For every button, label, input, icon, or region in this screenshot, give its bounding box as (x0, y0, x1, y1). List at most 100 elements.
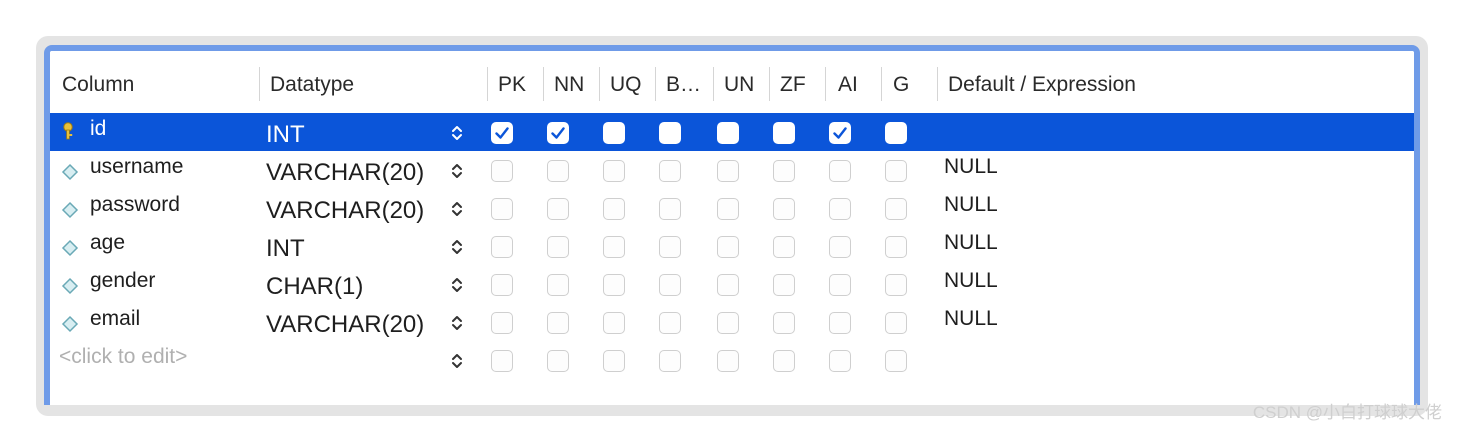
header-divider[interactable] (937, 67, 938, 101)
nn-checkbox[interactable] (547, 198, 569, 220)
ai-checkbox[interactable] (829, 236, 851, 258)
table-row[interactable]: email VARCHAR(20) NULL (50, 303, 1414, 341)
datatype-stepper-icon[interactable] (450, 122, 464, 144)
zf-checkbox[interactable] (773, 274, 795, 296)
table-row[interactable]: username VARCHAR(20) NULL (50, 151, 1414, 189)
binary-checkbox[interactable] (659, 160, 681, 182)
binary-checkbox[interactable] (659, 198, 681, 220)
zf-checkbox[interactable] (773, 312, 795, 334)
ai-checkbox[interactable] (829, 350, 851, 372)
header-column[interactable]: Column (62, 69, 134, 101)
nn-checkbox[interactable] (547, 160, 569, 182)
header-binary[interactable]: B… (666, 69, 701, 101)
column-name-cell[interactable]: email (90, 307, 140, 331)
pk-checkbox[interactable] (491, 236, 513, 258)
datatype-stepper-icon[interactable] (450, 198, 464, 220)
pk-checkbox[interactable] (491, 160, 513, 182)
un-checkbox[interactable] (717, 122, 739, 144)
header-default-expression[interactable]: Default / Expression (948, 69, 1136, 101)
default-expression-cell[interactable]: NULL (944, 155, 998, 179)
header-divider[interactable] (881, 67, 882, 101)
datatype-cell[interactable]: INT (266, 235, 305, 263)
datatype-stepper-icon[interactable] (450, 160, 464, 182)
uq-checkbox[interactable] (603, 236, 625, 258)
ai-checkbox[interactable] (829, 274, 851, 296)
datatype-cell[interactable]: VARCHAR(20) (266, 197, 424, 225)
pk-checkbox[interactable] (491, 350, 513, 372)
g-checkbox[interactable] (885, 236, 907, 258)
zf-checkbox[interactable] (773, 198, 795, 220)
un-checkbox[interactable] (717, 160, 739, 182)
pk-checkbox[interactable] (491, 312, 513, 334)
datatype-stepper-icon[interactable] (450, 350, 464, 372)
g-checkbox[interactable] (885, 198, 907, 220)
g-checkbox[interactable] (885, 160, 907, 182)
binary-checkbox[interactable] (659, 274, 681, 296)
uq-checkbox[interactable] (603, 160, 625, 182)
ai-checkbox[interactable] (829, 312, 851, 334)
header-ai[interactable]: AI (838, 69, 858, 101)
un-checkbox[interactable] (717, 350, 739, 372)
datatype-cell[interactable]: CHAR(1) (266, 273, 363, 301)
ai-checkbox[interactable] (829, 198, 851, 220)
datatype-stepper-icon[interactable] (450, 312, 464, 334)
table-row[interactable]: age INT NULL (50, 227, 1414, 265)
header-divider[interactable] (825, 67, 826, 101)
nn-checkbox[interactable] (547, 122, 569, 144)
default-expression-cell[interactable]: NULL (944, 193, 998, 217)
default-expression-cell[interactable]: NULL (944, 231, 998, 255)
default-expression-cell[interactable]: NULL (944, 307, 998, 331)
table-row[interactable]: password VARCHAR(20) NULL (50, 189, 1414, 227)
un-checkbox[interactable] (717, 198, 739, 220)
column-name-cell[interactable]: age (90, 231, 125, 255)
zf-checkbox[interactable] (773, 122, 795, 144)
g-checkbox[interactable] (885, 350, 907, 372)
click-to-edit-placeholder[interactable]: <click to edit> (59, 345, 187, 369)
table-row[interactable]: gender CHAR(1) NULL (50, 265, 1414, 303)
uq-checkbox[interactable] (603, 350, 625, 372)
datatype-cell[interactable]: VARCHAR(20) (266, 159, 424, 187)
g-checkbox[interactable] (885, 312, 907, 334)
datatype-stepper-icon[interactable] (450, 274, 464, 296)
header-uq[interactable]: UQ (610, 69, 642, 101)
header-g[interactable]: G (893, 69, 909, 101)
uq-checkbox[interactable] (603, 122, 625, 144)
header-divider[interactable] (713, 67, 714, 101)
header-divider[interactable] (599, 67, 600, 101)
zf-checkbox[interactable] (773, 160, 795, 182)
new-column-row[interactable]: <click to edit> (50, 341, 1414, 379)
column-name-cell[interactable]: gender (90, 269, 155, 293)
zf-checkbox[interactable] (773, 350, 795, 372)
default-expression-cell[interactable]: NULL (944, 269, 998, 293)
un-checkbox[interactable] (717, 312, 739, 334)
datatype-cell[interactable]: INT (266, 121, 305, 149)
nn-checkbox[interactable] (547, 350, 569, 372)
binary-checkbox[interactable] (659, 312, 681, 334)
header-un[interactable]: UN (724, 69, 754, 101)
header-divider[interactable] (543, 67, 544, 101)
nn-checkbox[interactable] (547, 312, 569, 334)
header-pk[interactable]: PK (498, 69, 526, 101)
pk-checkbox[interactable] (491, 198, 513, 220)
header-divider[interactable] (769, 67, 770, 101)
column-name-cell[interactable]: password (90, 193, 180, 217)
un-checkbox[interactable] (717, 274, 739, 296)
ai-checkbox[interactable] (829, 160, 851, 182)
binary-checkbox[interactable] (659, 350, 681, 372)
pk-checkbox[interactable] (491, 274, 513, 296)
zf-checkbox[interactable] (773, 236, 795, 258)
uq-checkbox[interactable] (603, 274, 625, 296)
header-divider[interactable] (259, 67, 260, 101)
nn-checkbox[interactable] (547, 274, 569, 296)
g-checkbox[interactable] (885, 274, 907, 296)
header-zf[interactable]: ZF (780, 69, 806, 101)
binary-checkbox[interactable] (659, 236, 681, 258)
header-divider[interactable] (487, 67, 488, 101)
column-name-cell[interactable]: username (90, 155, 183, 179)
header-nn[interactable]: NN (554, 69, 584, 101)
table-row[interactable]: id INT (50, 113, 1414, 151)
uq-checkbox[interactable] (603, 198, 625, 220)
nn-checkbox[interactable] (547, 236, 569, 258)
uq-checkbox[interactable] (603, 312, 625, 334)
datatype-cell[interactable]: VARCHAR(20) (266, 311, 424, 339)
